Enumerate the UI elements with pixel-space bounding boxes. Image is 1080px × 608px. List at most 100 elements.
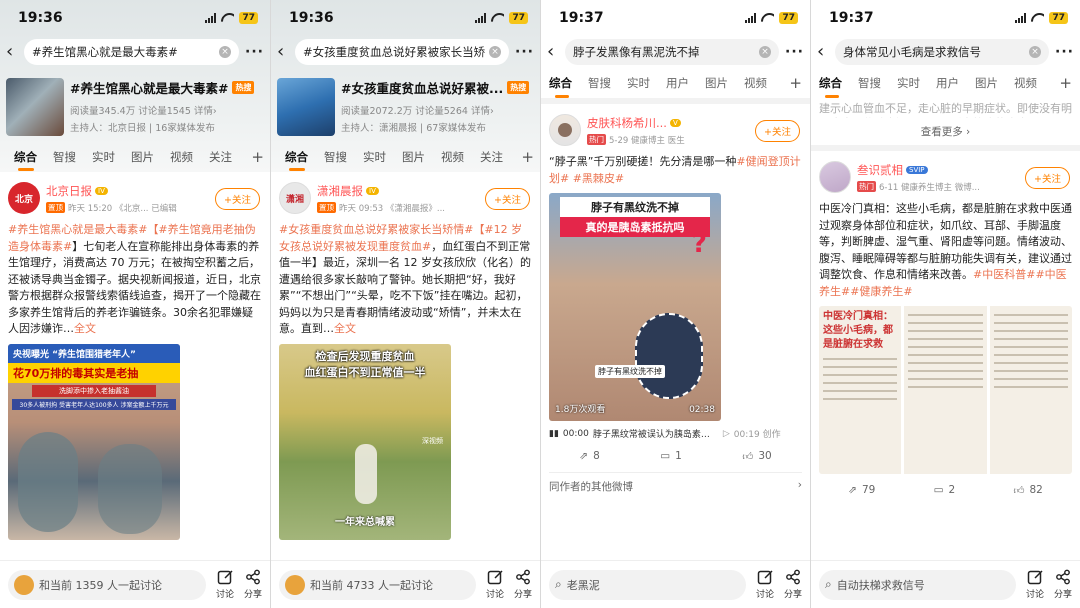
tab-images[interactable]: 图片 — [967, 75, 1006, 91]
post-image[interactable]: 检查后发现重度贫血 血红蛋白不到正常值一半 深视频 一年来总喊累 — [279, 343, 451, 540]
tab-comprehensive[interactable]: 综合 — [6, 149, 45, 171]
clear-icon[interactable]: × — [759, 46, 772, 58]
hashtag-link[interactable]: #健康养生# — [850, 285, 912, 298]
clear-icon[interactable]: × — [1029, 46, 1042, 58]
weibo-post[interactable]: 潇湘 潇湘晨报 IV 置顶 昨天 09:53 《潇湘晨报》... +关注 #女孩重度… — [271, 172, 540, 540]
hashtag-link[interactable]: #黑棘皮# — [573, 172, 624, 185]
see-more-link[interactable]: 查看更多 › — [811, 118, 1080, 145]
follow-button[interactable]: +关注 — [485, 188, 530, 210]
weibo-post[interactable]: 北京 北京日报 IV 置顶 昨天 15:20 《北京... 已编辑 +关注 #养生馆… — [0, 172, 270, 540]
add-tab-icon[interactable]: + — [521, 148, 534, 166]
like-button[interactable]: 👍︎ 82 — [1014, 484, 1043, 497]
author-name[interactable]: 北京日报 — [46, 183, 92, 199]
like-button[interactable]: 👍︎ 30 — [742, 450, 771, 463]
tab-smart-search[interactable]: 智搜 — [316, 149, 355, 165]
tab-realtime[interactable]: 实时 — [619, 75, 658, 91]
tab-comprehensive[interactable]: 综合 — [277, 149, 316, 171]
author-more-section[interactable]: 同作者的其他微博 › — [541, 473, 810, 500]
back-icon[interactable]: ‹ — [277, 43, 289, 61]
follow-button[interactable]: +关注 — [755, 120, 800, 142]
hashtag-link[interactable]: #中医科普# — [973, 268, 1035, 281]
repost-button[interactable]: ⇗ 8 — [579, 450, 600, 462]
post-image-grid[interactable]: 中医冷门真相：这些小毛病，都是脏腑在求救 — [819, 306, 1072, 474]
weibo-post[interactable]: 皮肤科杨希川... V 热门 5-29 健康博主 医生 +关注 “脖子黑”千万别硬搓… — [541, 104, 810, 472]
share-button[interactable]: 分享 — [784, 569, 802, 600]
full-text-link[interactable]: 全文 — [334, 322, 356, 335]
search-input[interactable]: 脖子发黑像有黑泥洗不掉 × — [565, 39, 780, 65]
signal-icon — [205, 13, 217, 23]
search-input[interactable]: #女孩重度贫血总说好累被家长当矫 × — [295, 39, 510, 65]
more-icon[interactable]: ··· — [245, 44, 264, 60]
tab-realtime[interactable]: 实时 — [84, 149, 123, 165]
tab-videos[interactable]: 视频 — [433, 149, 472, 165]
share-button[interactable]: 分享 — [1054, 569, 1072, 600]
author-name[interactable]: 叁识贰相 — [857, 162, 903, 178]
add-tab-icon[interactable]: + — [789, 74, 802, 92]
full-text-link[interactable]: 全文 — [74, 322, 96, 335]
discuss-button[interactable]: 讨论 — [756, 569, 774, 600]
play-icon[interactable]: ▷ — [723, 429, 730, 439]
author-name[interactable]: 皮肤科杨希川... — [587, 115, 667, 131]
topic-card[interactable]: #养生馆黑心就是最大毒素# 热搜 阅读量345.4万 讨论量1545 详情› 主持… — [0, 68, 270, 142]
discuss-input[interactable]: 和当前 1359 人一起讨论 — [8, 569, 206, 600]
add-tab-icon[interactable]: + — [251, 148, 264, 166]
tab-videos[interactable]: 视频 — [1006, 75, 1045, 91]
add-tab-icon[interactable]: + — [1059, 74, 1072, 92]
hashtag-link[interactable]: #女孩重度贫血总说好累被家长当矫情# — [279, 223, 473, 236]
tab-users[interactable]: 用户 — [658, 75, 697, 91]
avatar[interactable] — [549, 114, 581, 146]
post-image[interactable]: 央视曝光 “养生馆围猎老年人” 花70万排的毒其实是老抽 洗脚添中掺入老抽酱油 … — [8, 343, 180, 540]
avatar[interactable]: 北京 — [8, 182, 40, 214]
follow-button[interactable]: +关注 — [215, 188, 260, 210]
post-video[interactable]: 脖子有黑纹洗不掉 真的是胰岛素抵抗吗 ? 脖子有黑纹洗不掉 1.8万次观看 02… — [549, 193, 721, 421]
tab-realtime[interactable]: 实时 — [889, 75, 928, 91]
image-panel — [904, 306, 987, 474]
more-icon[interactable]: ··· — [785, 44, 804, 60]
back-icon[interactable]: ‹ — [817, 43, 829, 61]
hashtag-link[interactable]: #养生馆黑心就是最大毒素# — [8, 223, 147, 236]
share-button[interactable]: 分享 — [514, 569, 532, 600]
search-input[interactable]: 身体常见小毛病是求救信号 × — [835, 39, 1050, 65]
clear-icon[interactable]: × — [489, 46, 502, 58]
tab-videos[interactable]: 视频 — [162, 149, 201, 165]
weibo-post[interactable]: 叁识贰相 SVIP 热门 6-11 健康养生博主 微博... +关注 中医冷门真相：… — [811, 151, 1080, 506]
comment-button[interactable]: ▭ 2 — [934, 484, 956, 496]
discuss-button[interactable]: 讨论 — [1026, 569, 1044, 600]
search-input[interactable]: #养生馆黑心就是最大毒素# × — [24, 39, 240, 65]
tab-following[interactable]: 关注 — [472, 149, 511, 165]
tab-comprehensive[interactable]: 综合 — [549, 75, 580, 98]
avatar[interactable]: 潇湘 — [279, 182, 311, 214]
share-button[interactable]: 分享 — [244, 569, 262, 600]
search-bar[interactable]: ⌕ 老黑泥 — [549, 569, 746, 600]
tab-images[interactable]: 图片 — [123, 149, 162, 165]
tab-images[interactable]: 图片 — [697, 75, 736, 91]
repost-button[interactable]: ⇗ 79 — [848, 484, 875, 496]
tab-users[interactable]: 用户 — [928, 75, 967, 91]
tab-smart-search[interactable]: 智搜 — [580, 75, 619, 91]
tab-smart-search[interactable]: 智搜 — [850, 75, 889, 91]
avatar[interactable] — [819, 161, 851, 193]
back-icon[interactable]: ‹ — [6, 43, 18, 61]
search-bar[interactable]: ⌕ 自动扶梯求救信号 — [819, 569, 1016, 600]
discuss-input[interactable]: 和当前 4733 人一起讨论 — [279, 569, 476, 600]
phone-screen-4: 19:37 77 ‹ 身体常见小毛病是求救信号 × ··· 综合 智搜 实时 用… — [810, 0, 1080, 608]
more-icon[interactable]: ··· — [1055, 44, 1074, 60]
more-icon[interactable]: ··· — [515, 44, 534, 60]
tab-comprehensive[interactable]: 综合 — [819, 75, 850, 98]
tab-videos[interactable]: 视频 — [736, 75, 775, 91]
clear-icon[interactable]: × — [219, 46, 232, 58]
follow-button[interactable]: +关注 — [1025, 167, 1070, 189]
tab-smart-search[interactable]: 智搜 — [45, 149, 84, 165]
tab-following[interactable]: 关注 — [201, 149, 240, 165]
post-actions: ⇗ 8 ▭ 1 👍︎ 30 — [549, 440, 802, 472]
topic-card[interactable]: #女孩重度贫血总说好累被... 热搜 阅读量2072.2万 讨论量5264 详情›… — [271, 68, 540, 142]
discuss-button[interactable]: 讨论 — [216, 569, 234, 600]
tab-images[interactable]: 图片 — [394, 149, 433, 165]
back-icon[interactable]: ‹ — [547, 43, 559, 61]
tab-realtime[interactable]: 实时 — [355, 149, 394, 165]
author-name[interactable]: 潇湘晨报 — [317, 183, 363, 199]
comment-button[interactable]: ▭ 1 — [660, 450, 682, 462]
discuss-button[interactable]: 讨论 — [486, 569, 504, 600]
user-avatar — [285, 574, 305, 595]
audio-row[interactable]: ▮▮ 00:00 脖子黑纹常被误认为胰岛素抵抗... ▷ 00:19 创作 — [549, 427, 802, 441]
